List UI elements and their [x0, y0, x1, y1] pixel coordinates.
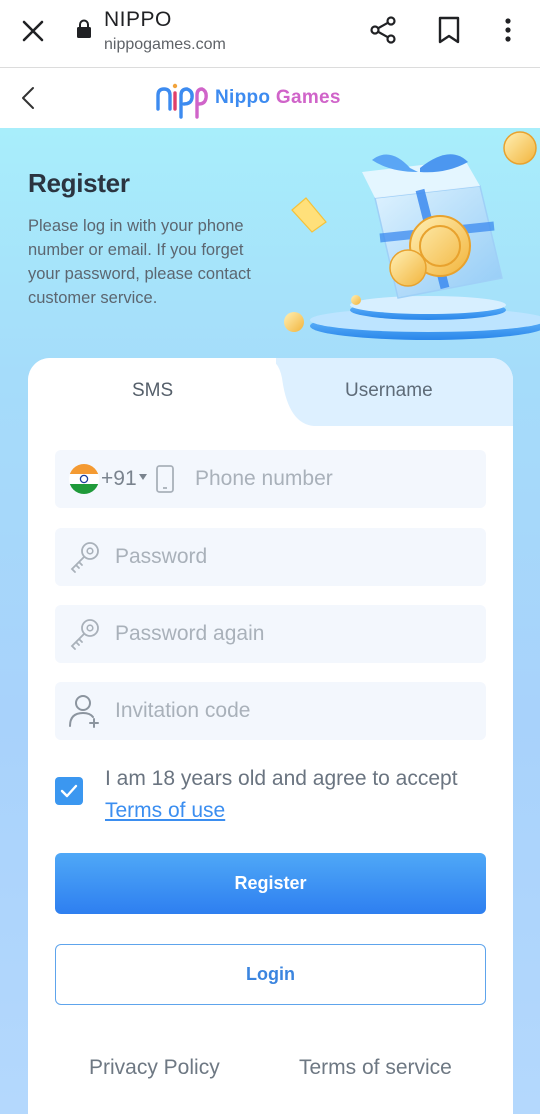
dropdown-caret-icon[interactable] [139, 474, 147, 480]
tab-divider-curve [264, 358, 314, 426]
share-icon[interactable] [368, 14, 400, 46]
brand-name-part2: Games [275, 87, 341, 108]
site-url[interactable]: nippogames.com [104, 36, 226, 54]
brand-name: Nippo Games [215, 87, 341, 109]
agree-checkbox[interactable] [55, 777, 83, 805]
tab-username[interactable]: Username [345, 380, 433, 402]
more-icon[interactable] [496, 14, 520, 46]
brand-name-part1: Nippo [215, 87, 271, 108]
invitation-code-field[interactable]: Invitation code [55, 682, 486, 740]
key-icon [70, 542, 99, 573]
invitation-code-placeholder: Invitation code [115, 699, 251, 722]
country-code[interactable]: +91 [101, 467, 137, 491]
add-user-icon [69, 695, 99, 728]
tab-sms[interactable]: SMS [132, 380, 173, 402]
phone-icon [156, 465, 174, 493]
register-button[interactable]: Register [55, 853, 486, 914]
close-icon[interactable] [18, 16, 48, 46]
login-button[interactable]: Login [55, 944, 486, 1005]
password-again-placeholder: Password again [115, 622, 265, 645]
phone-placeholder: Phone number [195, 467, 333, 490]
check-icon [60, 784, 78, 798]
page-title: Register [28, 168, 130, 198]
bookmark-icon[interactable] [434, 14, 464, 46]
terms-of-use-link[interactable]: Terms of use [105, 799, 225, 822]
agree-label: I am 18 years old and agree to accept [105, 767, 458, 790]
lock-icon [77, 19, 91, 38]
terms-of-service-link[interactable]: Terms of service [299, 1056, 452, 1080]
password-again-field[interactable]: Password again [55, 605, 486, 663]
back-icon[interactable] [14, 83, 44, 113]
page-description: Please log in with your phone number or … [28, 217, 251, 307]
privacy-policy-link[interactable]: Privacy Policy [89, 1056, 220, 1080]
browser-toolbar: NIPPO nippogames.com [0, 0, 540, 68]
key-icon [70, 619, 99, 650]
register-card: SMS Username +91 Phone number Password P… [28, 358, 513, 1118]
password-field[interactable]: Password [55, 528, 486, 586]
nippo-logo [156, 83, 208, 119]
phone-field[interactable]: +91 Phone number [55, 450, 486, 508]
gift-box-illustration [284, 131, 540, 340]
password-placeholder: Password [115, 545, 208, 568]
agree-text: I am 18 years old and agree to accept Te… [105, 763, 500, 827]
site-title: NIPPO [104, 8, 172, 31]
india-flag-icon[interactable] [68, 463, 100, 495]
app-header: Nippo Games [0, 69, 540, 128]
